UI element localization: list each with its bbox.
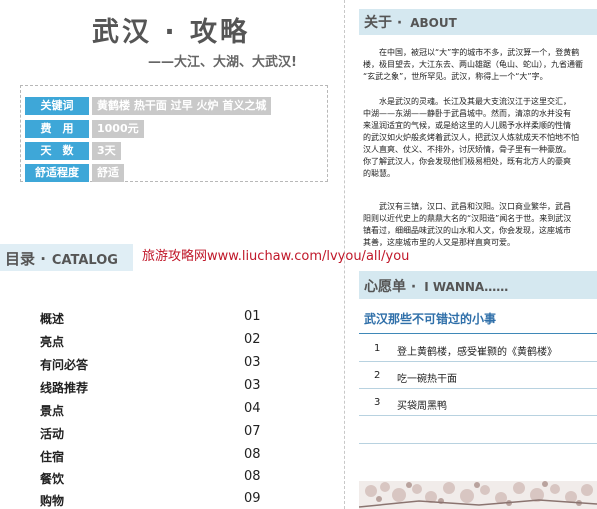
toc-item-name: 餐饮 bbox=[40, 472, 65, 486]
toc-item[interactable]: 购物 09 bbox=[40, 491, 270, 509]
about-title-cn: 关于 · bbox=[364, 15, 403, 31]
info-value: 黄鹤楼 热干面 过早 火炉 首义之城 bbox=[92, 97, 272, 115]
wish-item: 2 吃一碗热干面 bbox=[359, 362, 597, 389]
text-line: 其善，这座城市里的人又是那样直爽可爱。 bbox=[363, 238, 515, 247]
text-line: 来温润适宜的气候，或是给这里的人儿赐予水样柔顺的性情 bbox=[363, 121, 571, 130]
about-paragraph-2: 水是武汉的灵魂。长江及其最大支流汉江于这里交汇， 中湖——东湖——静卧于武昌城中… bbox=[363, 96, 597, 180]
toc-item-page: 03 bbox=[244, 355, 261, 370]
toc-item-page: 04 bbox=[244, 401, 261, 416]
about-paragraph-3: 武汉有三镇，汉口、武昌和汉阳。汉口商业繁华，武昌 阳则以近代史上的鼎鼎大名的“汉… bbox=[363, 201, 597, 249]
toc-item[interactable]: 线路推荐 03 bbox=[40, 378, 270, 397]
toc-item-page: 07 bbox=[244, 424, 261, 439]
text-line: 在中国，被冠以“大”字的城市不多，武汉算一个，登黄鹤 bbox=[363, 48, 580, 57]
toc-item-name: 购物 bbox=[40, 494, 65, 508]
info-row-keywords: 关键词 黄鹤楼 热干面 过早 火炉 首义之城 bbox=[25, 97, 272, 115]
text-line: 中湖——东湖——静卧于武昌城中。然而，清凉的水并没有 bbox=[363, 109, 571, 118]
wish-item-number: 3 bbox=[374, 397, 381, 408]
wish-title: 心愿单 · I WANNA…… bbox=[364, 276, 508, 296]
toc-item[interactable]: 活动 07 bbox=[40, 424, 270, 443]
toc-title-cn: 目录 · bbox=[5, 250, 46, 268]
info-label: 费 用 bbox=[25, 120, 89, 138]
text-line: 你了解武汉人，你会发现他们极易相处，既有北方人的豪爽 bbox=[363, 157, 571, 166]
text-line: 汉人直爽、仗义、不排外，讨厌矫情，骨子里有一种豪放。 bbox=[363, 145, 571, 154]
wish-item-number: 2 bbox=[374, 370, 381, 381]
toc-item[interactable]: 住宿 08 bbox=[40, 447, 270, 466]
info-box: 关键词 黄鹤楼 热干面 过早 火炉 首义之城 费 用 1000元 天 数 3天 … bbox=[20, 85, 328, 182]
info-label: 关键词 bbox=[25, 97, 89, 115]
toc-item-name: 亮点 bbox=[40, 335, 65, 349]
toc-item[interactable]: 餐饮 08 bbox=[40, 469, 270, 488]
wish-subtitle: 武汉那些不可错过的小事 bbox=[364, 312, 497, 326]
text-line: 阳则以近代史上的鼎鼎大名的“汉阳造”闻名于世。来到武汉 bbox=[363, 214, 572, 223]
toc-title: 目录 · CATALOG bbox=[5, 248, 118, 269]
page-title: 武汉 · 攻略 bbox=[92, 17, 251, 48]
text-line: 镇看过，细细品味武汉的山水和人文，你会发现，这座城市 bbox=[363, 226, 571, 235]
info-row-days: 天 数 3天 bbox=[25, 142, 121, 160]
toc-item-page: 02 bbox=[244, 332, 261, 347]
info-value: 1000元 bbox=[92, 120, 144, 138]
wish-item: 3 买袋周黑鸭 bbox=[359, 389, 597, 416]
toc-item-name: 住宿 bbox=[40, 450, 65, 464]
toc-title-en: CATALOG bbox=[51, 253, 118, 268]
text-line: 水是武汉的灵魂。长江及其最大支流汉江于这里交汇， bbox=[363, 97, 571, 106]
info-value: 3天 bbox=[92, 142, 121, 160]
wish-item-text: 买袋周黑鸭 bbox=[397, 401, 447, 412]
toc-item-page: 09 bbox=[244, 491, 261, 506]
wish-title-en: I WANNA…… bbox=[424, 280, 509, 294]
toc-item[interactable]: 亮点 02 bbox=[40, 332, 270, 351]
about-title: 关于 · ABOUT bbox=[364, 12, 457, 32]
about-title-en: ABOUT bbox=[410, 16, 457, 30]
toc-item-page: 03 bbox=[244, 378, 261, 393]
wish-item-text: 吃一碗热干面 bbox=[397, 374, 457, 385]
toc-item-page: 01 bbox=[244, 309, 261, 324]
info-row-cost: 费 用 1000元 bbox=[25, 120, 144, 138]
text-line: 的武汉如火炉般炙烤着武汉人，把武汉人炼就成天不怕地不怕 bbox=[363, 133, 579, 142]
info-label: 舒适程度 bbox=[25, 164, 89, 182]
toc-item-name: 景点 bbox=[40, 404, 65, 418]
wish-title-cn: 心愿单 · bbox=[364, 279, 417, 295]
toc-item-page: 08 bbox=[244, 447, 261, 462]
info-value: 舒适 bbox=[92, 164, 124, 182]
wish-item-text: 登上黄鹤楼，感受崔颢的《黄鹤楼》 bbox=[397, 347, 557, 358]
text-line: 武汉有三镇，汉口、武昌和汉阳。汉口商业繁华，武昌 bbox=[363, 202, 571, 211]
toc-item-name: 概述 bbox=[40, 312, 65, 326]
info-label: 天 数 bbox=[25, 142, 89, 160]
text-line: 的聪慧。 bbox=[363, 169, 395, 178]
slogan: ——大江、大湖、大武汉! bbox=[148, 55, 297, 70]
toc-item[interactable]: 有问必答 03 bbox=[40, 355, 270, 374]
wish-item-number: 1 bbox=[374, 343, 381, 354]
wish-blank-rule bbox=[359, 443, 597, 444]
about-paragraph-1: 在中国，被冠以“大”字的城市不多，武汉算一个，登黄鹤 楼，极目望去，大江东去、两… bbox=[363, 47, 597, 83]
toc-item[interactable]: 景点 04 bbox=[40, 401, 270, 420]
text-line: “玄武之象”，世所罕见。武汉，称得上一个“大”字。 bbox=[363, 72, 548, 81]
toc-item-name: 线路推荐 bbox=[40, 381, 89, 395]
cherry-blossom-photo bbox=[359, 481, 597, 509]
toc-item-name: 活动 bbox=[40, 427, 65, 441]
toc-item-page: 08 bbox=[244, 469, 261, 484]
toc-item-name: 有问必答 bbox=[40, 358, 89, 372]
toc-item[interactable]: 概述 01 bbox=[40, 309, 270, 328]
info-row-comfort: 舒适程度 舒适 bbox=[25, 164, 124, 182]
text-line: 楼，极目望去，大江东去、两山雄踞（龟山、蛇山），九省通衢 bbox=[363, 60, 583, 69]
wish-list-top-rule bbox=[359, 333, 597, 334]
wish-item: 1 登上黄鹤楼，感受崔颢的《黄鹤楼》 bbox=[359, 335, 597, 362]
cherry-blossom-image bbox=[359, 481, 597, 509]
